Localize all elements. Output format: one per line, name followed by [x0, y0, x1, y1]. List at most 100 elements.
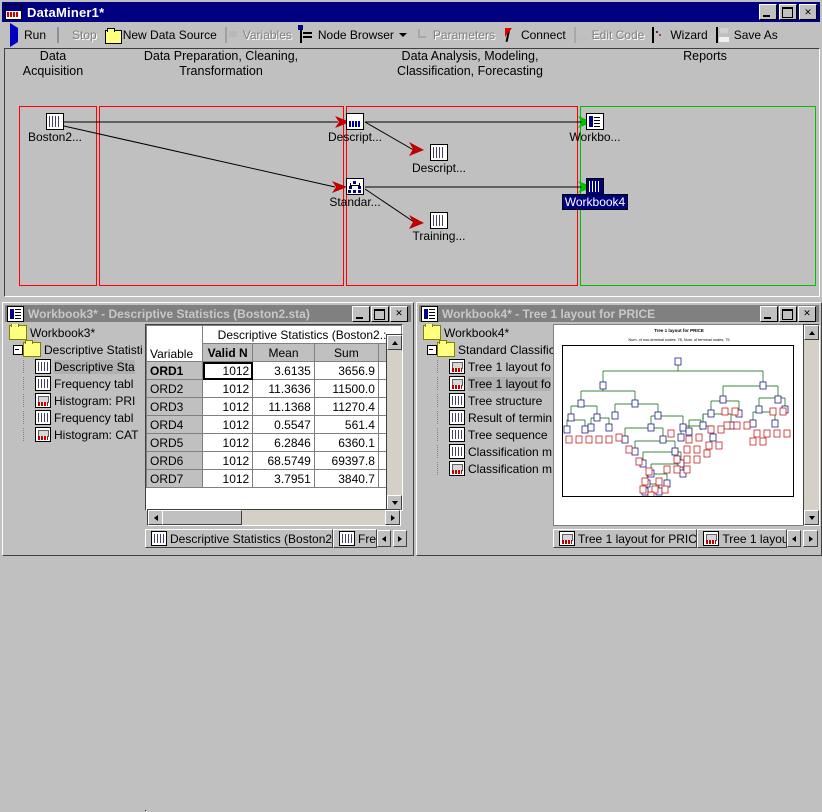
cell-validn[interactable]: 1012	[203, 416, 253, 434]
table-row[interactable]: ORD6 1012 68.5749 69397.8	[147, 452, 402, 470]
maximize-button[interactable]	[779, 4, 797, 20]
scroll-down-button[interactable]	[804, 510, 819, 525]
scroll-left-button[interactable]	[148, 510, 163, 525]
collapse-expander-icon[interactable]	[427, 343, 437, 356]
workspace-node-workbook4[interactable]: Workbook4	[557, 178, 633, 209]
tab-frequency[interactable]: Fre	[333, 529, 377, 548]
tree-item[interactable]: Descriptive Sta	[7, 358, 143, 375]
close-button[interactable]: ✕	[799, 4, 817, 20]
close-button[interactable]: ✕	[390, 306, 408, 322]
tree-item[interactable]: Frequency tabl	[7, 409, 143, 426]
new-data-source-button[interactable]: New Data Source	[101, 25, 221, 45]
tab-scroll-left-button[interactable]	[787, 530, 802, 547]
tree-item[interactable]: Frequency tabl	[7, 375, 143, 392]
cell-validn[interactable]: 1012	[203, 452, 253, 470]
tab-descriptive-statistics[interactable]: Descriptive Statistics (Boston2.sta)	[145, 529, 333, 548]
cell-sum[interactable]: 561.4	[314, 416, 378, 434]
scroll-right-button[interactable]	[385, 510, 400, 525]
workbook4-title-bar[interactable]: Workbook4* - Tree 1 layout for PRICE ✕	[419, 305, 819, 322]
node-browser-button[interactable]: Node Browser	[296, 25, 411, 45]
table-row[interactable]: ORD7 1012 3.7951 3840.7	[147, 470, 402, 488]
tree-item[interactable]: Standard Classifica	[421, 341, 553, 358]
column-header-validn[interactable]: Valid N	[203, 344, 253, 362]
variables-button[interactable]: Variables	[221, 25, 296, 45]
cell-mean[interactable]: 68.5749	[253, 452, 315, 470]
cell-mean[interactable]: 11.1368	[253, 398, 315, 416]
workspace-node-descriptive-result[interactable]: Descript...	[401, 144, 477, 175]
cell-sum[interactable]: 6360.1	[314, 434, 378, 452]
connect-button[interactable]: Connect	[499, 25, 570, 45]
workbook3-window[interactable]: Workbook3* - Descriptive Statistics (Bos…	[2, 302, 414, 556]
save-as-button[interactable]: Save As	[712, 25, 782, 45]
cell-validn[interactable]: 1012	[203, 434, 253, 452]
edit-code-button[interactable]: Edit Code	[570, 25, 649, 45]
cell-mean[interactable]: 0.5547	[253, 416, 315, 434]
table-row[interactable]: ORD1 1012 3.6135 3656.9	[147, 362, 402, 380]
tree-graph-pane[interactable]: Tree 1 layout for PRICE Num. of non-term…	[553, 324, 805, 526]
pane-data-preparation[interactable]	[99, 106, 344, 286]
minimize-button[interactable]	[352, 306, 370, 322]
column-header-mean[interactable]: Mean	[253, 344, 315, 362]
tab-tree1-layout-price[interactable]: Tree 1 layout for PRICE	[553, 529, 697, 548]
tree-item[interactable]: Descriptive Statistic	[7, 341, 143, 358]
tree-item[interactable]: Result of termin	[421, 409, 553, 426]
cell-validn[interactable]: 1012	[203, 362, 253, 380]
collapse-expander-icon[interactable]	[13, 343, 23, 356]
scroll-up-button[interactable]	[387, 335, 402, 350]
cell-mean[interactable]: 3.6135	[253, 362, 315, 380]
workspace-node-standard-classification[interactable]: Standar...	[317, 178, 393, 209]
scroll-down-button[interactable]	[387, 495, 402, 510]
cell-mean[interactable]: 11.3636	[253, 380, 315, 398]
graph-vertical-scrollbar[interactable]	[803, 324, 820, 526]
tree-item[interactable]: Tree sequence	[421, 426, 553, 443]
tab-tree1-layout-secondary[interactable]: Tree 1 layou	[697, 529, 786, 548]
tree-item[interactable]: Workbook4*	[421, 324, 553, 341]
sheet-hscroll[interactable]	[147, 509, 401, 526]
cell-mean[interactable]: 3.7951	[253, 470, 315, 488]
workbook4-tree-panel[interactable]: Workbook4* Standard Classifica Tree 1 la…	[421, 324, 553, 529]
tree-item[interactable]: Tree structure	[421, 392, 553, 409]
table-row[interactable]: ORD5 1012 6.2846 6360.1	[147, 434, 402, 452]
tree-item[interactable]: Tree 1 layout fo	[421, 358, 553, 375]
cell-sum[interactable]: 11270.4	[314, 398, 378, 416]
table-row[interactable]: ORD2 1012 11.3636 11500.0	[147, 380, 402, 398]
workspace-node-descriptive-analysis[interactable]: Descript...	[317, 113, 393, 144]
workbook4-window[interactable]: Workbook4* - Tree 1 layout for PRICE ✕ W…	[416, 302, 822, 556]
cell-sum[interactable]: 3840.7	[314, 470, 378, 488]
workspace-node-boston2[interactable]: Boston2...	[17, 113, 93, 144]
tree-item[interactable]: Histogram: PRI	[7, 392, 143, 409]
parameters-button[interactable]: Parameters	[411, 25, 499, 45]
tab-scroll-right-button[interactable]	[803, 530, 818, 547]
run-button[interactable]: Run	[2, 25, 50, 45]
workspace-node-workbook3[interactable]: Workbo...	[557, 113, 633, 144]
sheet-vertical-scrollbar[interactable]	[386, 334, 403, 511]
scroll-thumb[interactable]	[162, 510, 242, 525]
cell-sum[interactable]: 11500.0	[314, 380, 378, 398]
cell-mean[interactable]: 6.2846	[253, 434, 315, 452]
workbook3-spreadsheet[interactable]: Variable Descriptive Statistics (Boston2…	[145, 324, 403, 511]
workbook3-tab-bar[interactable]: Descriptive Statistics (Boston2.sta) Fre	[145, 529, 407, 548]
descriptive-statistics-table[interactable]: Variable Descriptive Statistics (Boston2…	[146, 325, 402, 488]
tree-item[interactable]: Histogram: CAT	[7, 426, 143, 443]
tree-item[interactable]: Classification m	[421, 443, 553, 460]
cell-sum[interactable]: 69397.8	[314, 452, 378, 470]
workbook4-tab-bar[interactable]: Tree 1 layout for PRICE Tree 1 layou	[553, 529, 818, 548]
minimize-button[interactable]	[760, 306, 778, 322]
tab-scroll-left-button[interactable]	[377, 530, 391, 547]
wizard-button[interactable]: Wizard	[648, 25, 711, 45]
scroll-up-button[interactable]	[804, 325, 819, 340]
table-row[interactable]: ORD4 1012 0.5547 561.4	[147, 416, 402, 434]
tree-item[interactable]: Tree 1 layout fo	[421, 375, 553, 392]
maximize-button[interactable]	[779, 306, 797, 322]
cell-validn[interactable]: 1012	[203, 470, 253, 488]
tree-item[interactable]: Classification m	[421, 460, 553, 477]
stop-button[interactable]: Stop	[50, 25, 101, 45]
workspace-node-training[interactable]: Training...	[401, 212, 477, 243]
cell-validn[interactable]: 1012	[203, 398, 253, 416]
table-row[interactable]: ORD3 1012 11.1368 11270.4	[147, 398, 402, 416]
cell-validn[interactable]: 1012	[203, 380, 253, 398]
workbook3-tree-panel[interactable]: Workbook3* Descriptive Statistic Descrip…	[7, 324, 143, 529]
workspace-canvas[interactable]: Data Acquisition Data Preparation, Clean…	[4, 48, 820, 297]
chevron-down-icon[interactable]	[399, 33, 407, 37]
cell-sum[interactable]: 3656.9	[314, 362, 378, 380]
